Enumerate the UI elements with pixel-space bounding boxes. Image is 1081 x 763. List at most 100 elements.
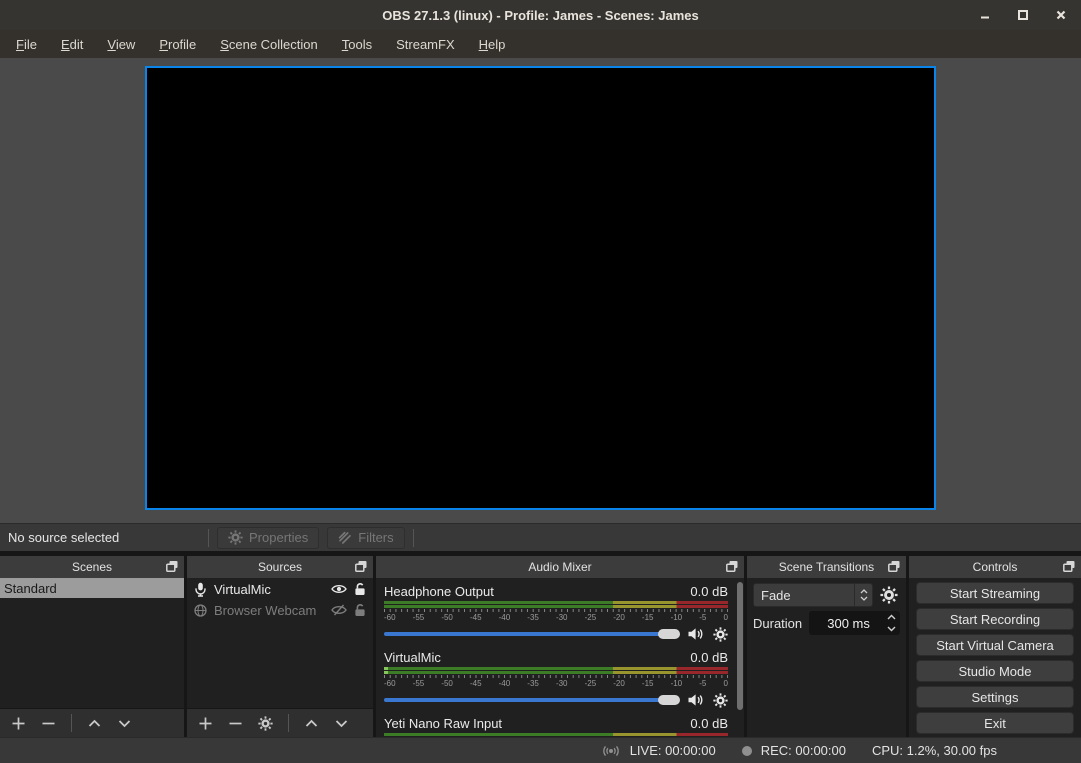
preview-canvas[interactable] <box>145 66 936 510</box>
volume-slider[interactable] <box>384 698 678 702</box>
dock-area: Scenes Standard Sources <box>0 551 1081 737</box>
transition-select[interactable]: Fade <box>753 583 873 607</box>
add-scene-button[interactable] <box>11 716 26 731</box>
popout-icon[interactable] <box>354 560 368 573</box>
record-dot-icon <box>742 746 752 756</box>
start-recording-button[interactable]: Start Recording <box>916 608 1074 630</box>
start-streaming-button[interactable]: Start Streaming <box>916 582 1074 604</box>
maximize-button[interactable] <box>1017 9 1029 21</box>
start-virtual-camera-button[interactable]: Start Virtual Camera <box>916 634 1074 656</box>
channel-level: 0.0 dB <box>690 716 728 731</box>
audio-mixer-header[interactable]: Audio Mixer <box>376 556 744 578</box>
globe-icon <box>194 604 207 617</box>
sources-title: Sources <box>258 560 302 574</box>
chevron-down-icon <box>860 596 868 601</box>
duration-spinbox[interactable]: 300 ms <box>809 611 900 635</box>
channel-gear-icon[interactable] <box>713 693 728 708</box>
unlock-icon[interactable] <box>354 603 366 617</box>
scenes-list: Standard <box>0 578 184 737</box>
volume-slider-handle[interactable] <box>658 629 680 639</box>
scenes-panel: Scenes Standard <box>0 556 184 737</box>
chevron-up-icon <box>860 589 868 594</box>
broadcast-icon <box>601 744 621 758</box>
scene-item-standard[interactable]: Standard <box>0 578 184 598</box>
speaker-icon[interactable] <box>687 693 704 707</box>
volume-meter <box>384 601 728 608</box>
source-properties-gear-icon[interactable] <box>258 716 273 731</box>
hidden-eye-slash-icon[interactable] <box>331 604 347 616</box>
footer-separator <box>71 714 72 732</box>
remove-source-button[interactable] <box>228 716 243 731</box>
mixer-channel-yeti-nano: Yeti Nano Raw Input 0.0 dB -60-55-50-45-… <box>384 714 728 737</box>
scenes-footer-toolbar <box>0 708 184 737</box>
footer-separator <box>288 714 289 732</box>
sources-panel: Sources VirtualMic <box>187 556 373 737</box>
channel-name: VirtualMic <box>384 650 441 665</box>
visible-eye-icon[interactable] <box>331 583 347 595</box>
add-source-button[interactable] <box>198 716 213 731</box>
volume-slider[interactable] <box>384 632 678 636</box>
menu-view[interactable]: View <box>95 33 147 56</box>
gear-icon <box>228 530 243 545</box>
move-source-up-button[interactable] <box>304 716 319 731</box>
filter-icon <box>338 531 352 545</box>
move-scene-up-button[interactable] <box>87 716 102 731</box>
filters-button[interactable]: Filters <box>327 527 404 549</box>
microphone-icon <box>194 582 207 597</box>
sources-header[interactable]: Sources <box>187 556 373 578</box>
speaker-icon[interactable] <box>687 627 704 641</box>
status-bar: LIVE: 00:00:00 REC: 00:00:00 CPU: 1.2%, … <box>0 737 1081 763</box>
channel-gear-icon[interactable] <box>713 627 728 642</box>
toolbar-separator <box>413 529 414 547</box>
scenes-header[interactable]: Scenes <box>0 556 184 578</box>
window-title: OBS 27.1.3 (linux) - Profile: James - Sc… <box>382 8 698 23</box>
properties-button[interactable]: Properties <box>217 527 319 549</box>
controls-header[interactable]: Controls <box>909 556 1081 578</box>
source-row-virtualmic[interactable]: VirtualMic <box>187 579 373 599</box>
menu-streamfx[interactable]: StreamFX <box>384 33 467 56</box>
window-controls <box>979 0 1067 30</box>
rec-timer: REC: 00:00:00 <box>761 743 846 758</box>
duration-spinner[interactable] <box>887 614 896 632</box>
mixer-channel-headphone-output: Headphone Output 0.0 dB -60-55-50-45-40-… <box>384 582 728 644</box>
menu-bar: File Edit View Profile Scene Collection … <box>0 30 1081 58</box>
menu-help[interactable]: Help <box>467 33 518 56</box>
chevron-up-icon <box>887 614 896 620</box>
exit-button[interactable]: Exit <box>916 712 1074 734</box>
close-button[interactable] <box>1055 9 1067 21</box>
menu-file[interactable]: File <box>4 33 49 56</box>
move-scene-down-button[interactable] <box>117 716 132 731</box>
popout-icon[interactable] <box>1062 560 1076 573</box>
popout-icon[interactable] <box>165 560 179 573</box>
sources-footer-toolbar <box>187 708 373 737</box>
menu-tools[interactable]: Tools <box>330 33 384 56</box>
unlock-icon[interactable] <box>354 582 366 596</box>
scene-transitions-panel: Scene Transitions Fade Duration <box>747 556 906 737</box>
volume-slider-handle[interactable] <box>658 695 680 705</box>
studio-mode-button[interactable]: Studio Mode <box>916 660 1074 682</box>
channel-name: Yeti Nano Raw Input <box>384 716 502 731</box>
meter-tick-labels: -60-55-50-45-40-35-30-25-20-15-10-50 <box>384 613 728 622</box>
move-source-down-button[interactable] <box>334 716 349 731</box>
source-status-text: No source selected <box>8 530 200 545</box>
channel-level: 0.0 dB <box>690 650 728 665</box>
remove-scene-button[interactable] <box>41 716 56 731</box>
cpu-fps-stats: CPU: 1.2%, 30.00 fps <box>872 743 997 758</box>
transition-gear-button[interactable] <box>878 584 900 606</box>
scene-transitions-header[interactable]: Scene Transitions <box>747 556 906 578</box>
source-label: Browser Webcam <box>214 603 324 618</box>
source-label: VirtualMic <box>214 582 324 597</box>
popout-icon[interactable] <box>725 560 739 573</box>
popout-icon[interactable] <box>887 560 901 573</box>
menu-profile[interactable]: Profile <box>147 33 208 56</box>
menu-scene-collection[interactable]: Scene Collection <box>208 33 330 56</box>
channel-name: Headphone Output <box>384 584 494 599</box>
source-row-browser-webcam[interactable]: Browser Webcam <box>187 600 373 620</box>
select-spinner[interactable] <box>854 584 872 606</box>
mixer-channel-virtualmic: VirtualMic 0.0 dB -60-55-50-45-40-35-30-… <box>384 648 728 710</box>
menu-edit[interactable]: Edit <box>49 33 95 56</box>
minimize-button[interactable] <box>979 9 991 21</box>
chevron-down-icon <box>887 626 896 632</box>
settings-button[interactable]: Settings <box>916 686 1074 708</box>
mixer-scrollbar[interactable] <box>737 582 743 710</box>
